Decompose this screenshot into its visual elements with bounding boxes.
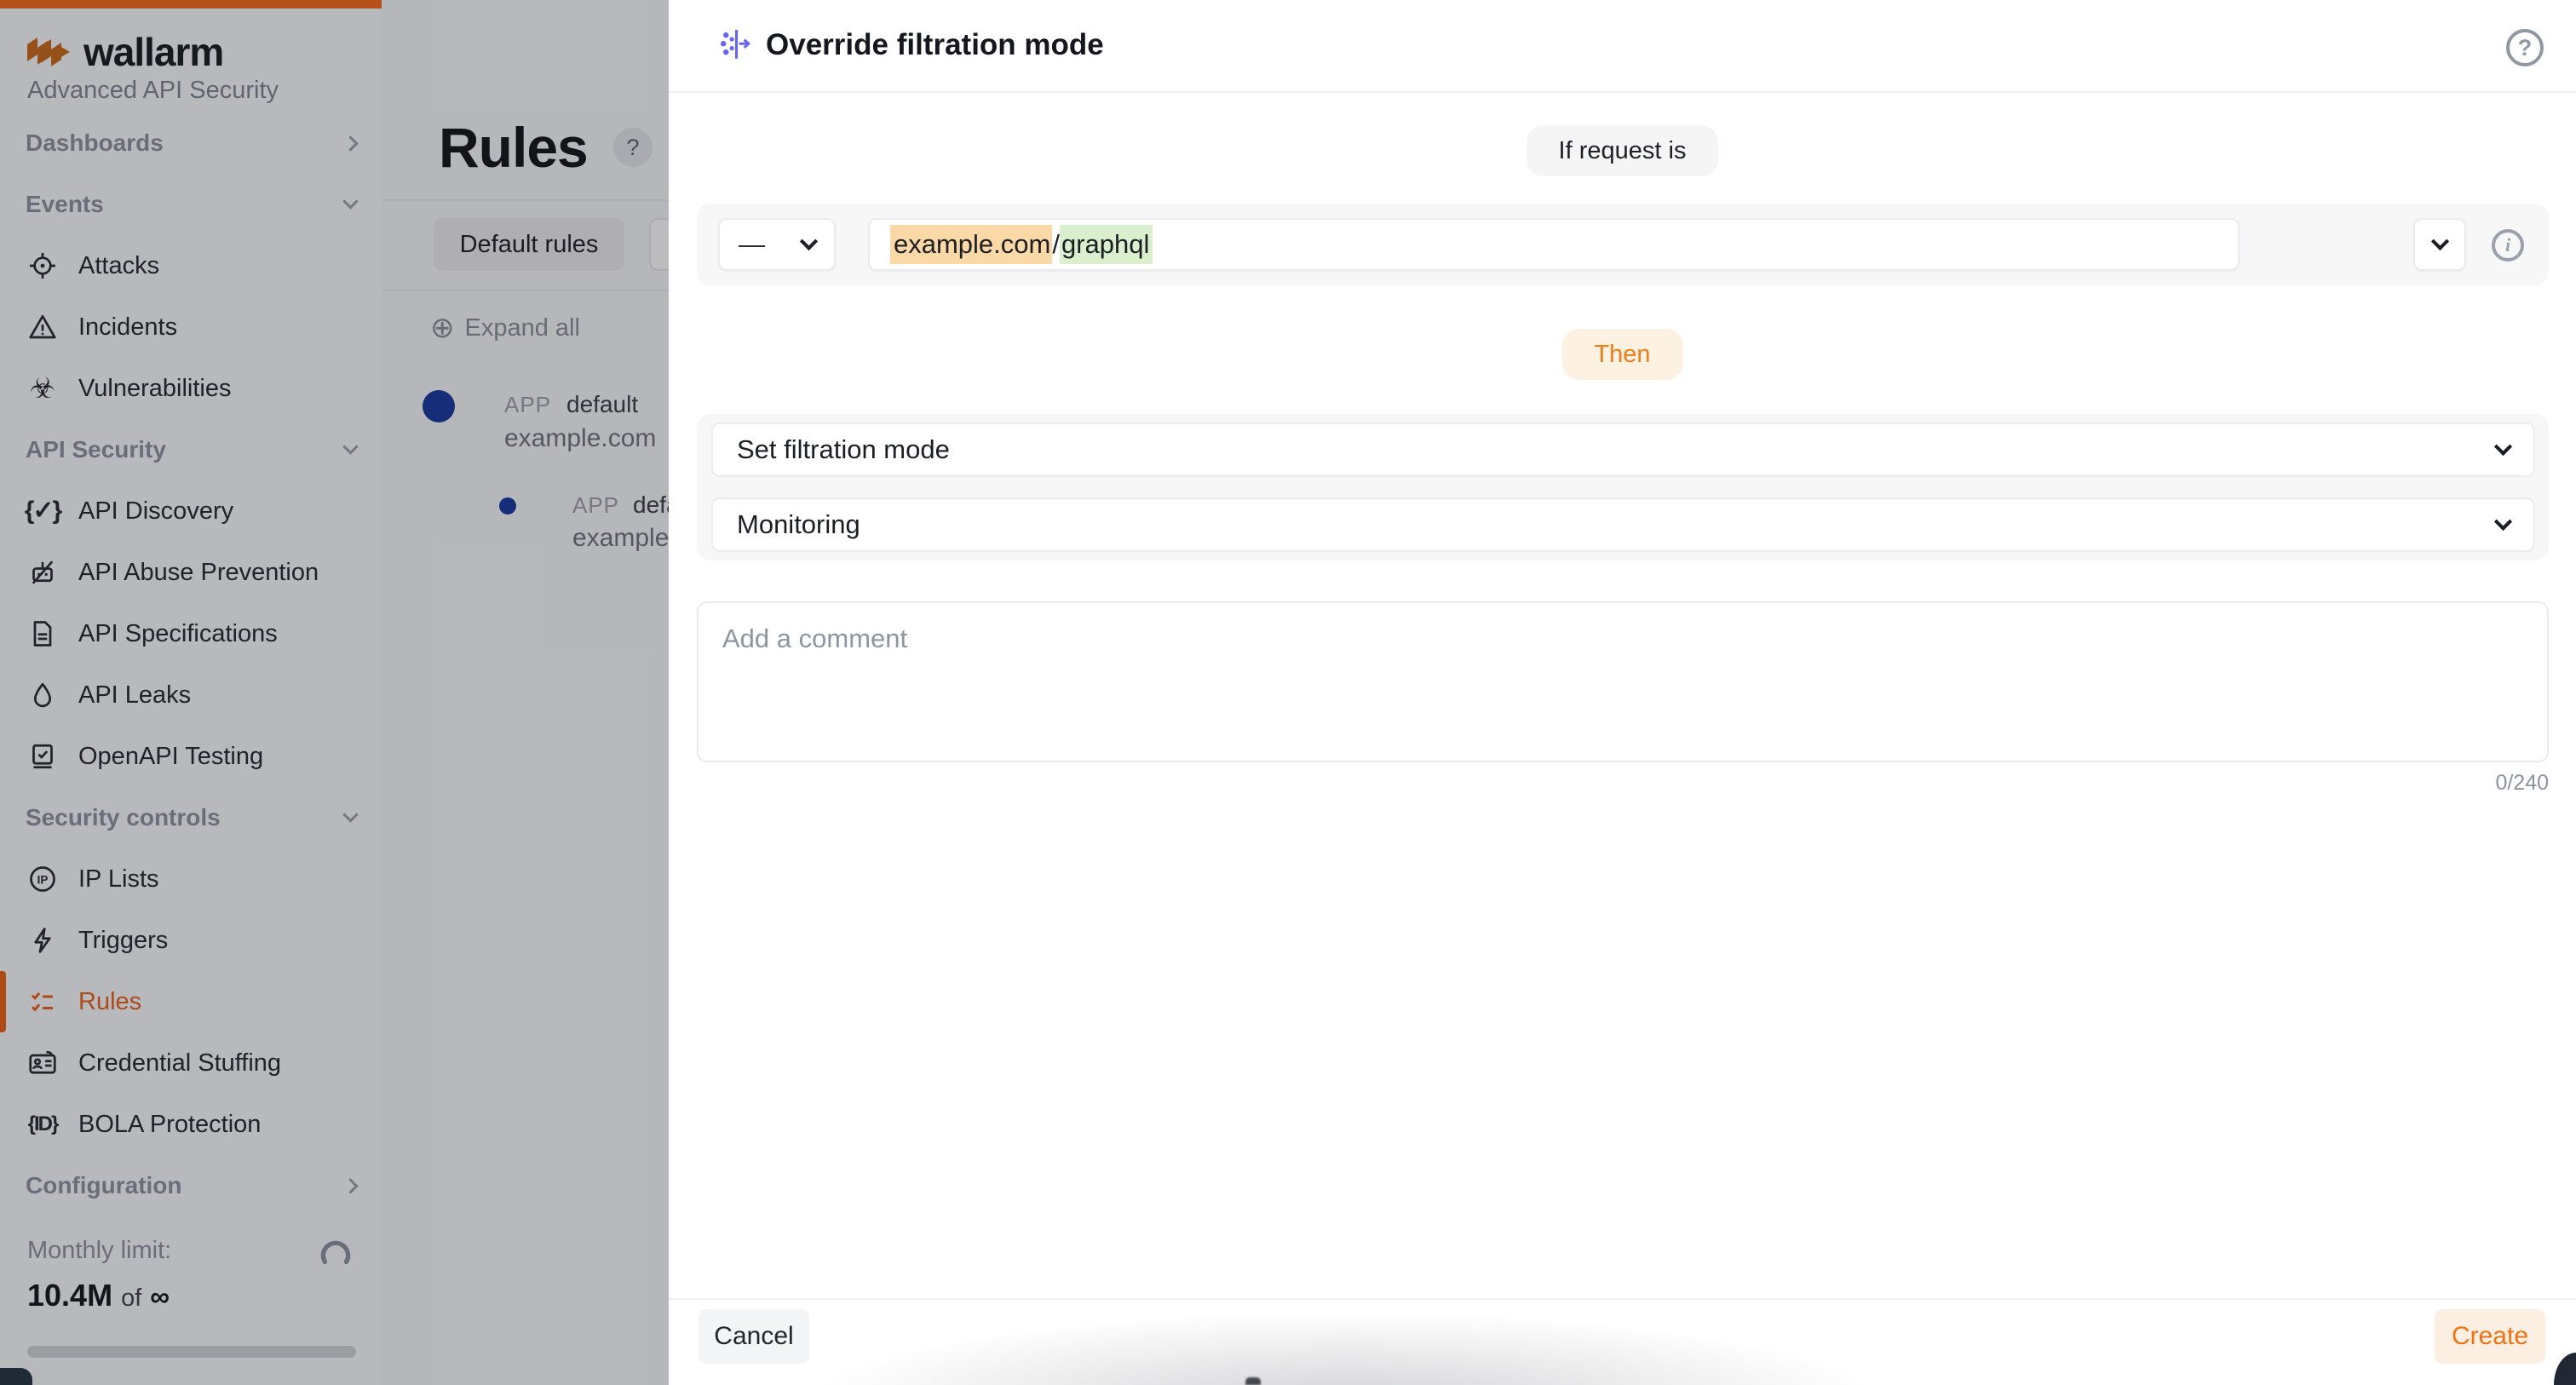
action-rows: Set filtration mode Monitoring — [697, 414, 2549, 560]
chevron-down-icon — [2430, 232, 2448, 250]
filtration-mode-icon — [718, 27, 752, 66]
action-type-select[interactable]: Set filtration mode — [711, 422, 2535, 477]
modal-title: Override filtration mode — [766, 28, 1104, 62]
uri-dropdown-button[interactable] — [2413, 218, 2466, 271]
chevron-down-icon — [2494, 512, 2512, 530]
uri-input[interactable]: example.com/graphql — [868, 218, 2240, 271]
bottom-left-artifact — [0, 1368, 32, 1385]
uri-host-token: example.com — [890, 225, 1052, 264]
uri-path-token: graphql — [1060, 225, 1153, 264]
comment-textarea[interactable] — [697, 601, 2549, 762]
help-icon[interactable]: ? — [2506, 29, 2544, 66]
divider — [669, 91, 2576, 93]
info-icon[interactable]: i — [2492, 229, 2524, 261]
footer-shadow — [771, 1274, 2049, 1385]
then-pill: Then — [1561, 329, 1682, 380]
uri-slash: / — [1052, 229, 1060, 260]
filtration-mode-select[interactable]: Monitoring — [711, 497, 2535, 552]
condition-row: — example.com/graphql i — [697, 204, 2549, 285]
bottom-notch-artifact — [1245, 1377, 1261, 1385]
condition-operator-select[interactable]: — — [718, 218, 836, 271]
char-counter: 0/240 — [2495, 771, 2549, 796]
cancel-button[interactable]: Cancel — [699, 1309, 809, 1364]
screen: wallarm Advanced API Security Dashboards… — [0, 0, 2576, 1385]
chevron-down-icon — [800, 232, 818, 250]
create-button[interactable]: Create — [2435, 1309, 2545, 1364]
divider — [669, 1298, 2576, 1300]
chevron-down-icon — [2494, 437, 2512, 455]
override-filtration-modal: Override filtration mode ? If request is… — [669, 0, 2576, 1385]
if-request-is-pill: If request is — [1527, 125, 1719, 176]
